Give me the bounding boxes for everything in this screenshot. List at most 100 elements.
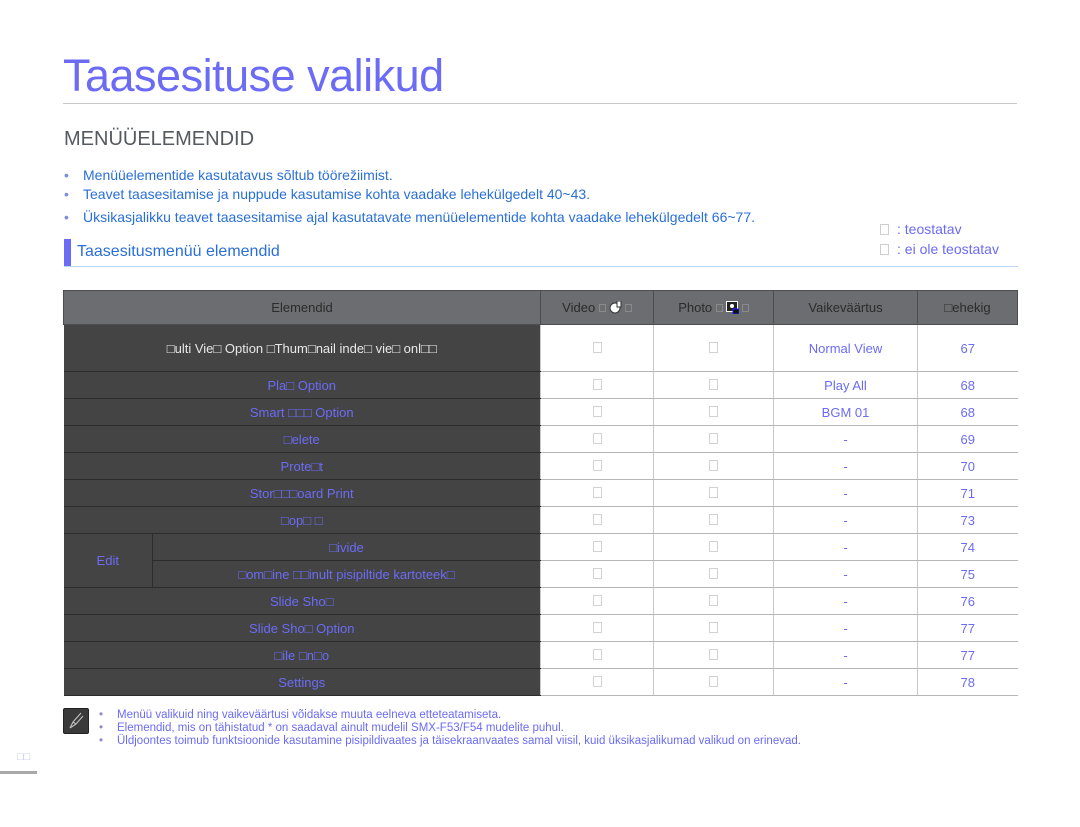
video-availability — [540, 668, 654, 696]
page-ref: 69 — [917, 425, 1018, 453]
video-availability — [540, 587, 654, 615]
menu-items-table: Elemendid Video Photo Vaikeväärtus □ehek… — [63, 290, 1018, 696]
row-item: □elete — [63, 425, 541, 453]
available-box-icon — [880, 224, 889, 235]
header-photo: Photo — [653, 290, 774, 325]
table-header-row: Elemendid Video Photo Vaikeväärtus □ehek… — [63, 290, 1018, 325]
row-item: Settings — [63, 668, 541, 696]
video-availability — [540, 324, 654, 372]
row-item: □om□ine □□inult pisipiltide kartoteek□ — [152, 560, 541, 588]
page-ref: 68 — [917, 371, 1018, 399]
default-value: Play All — [773, 371, 918, 399]
table-row: Slide Sho□ Option - 77 — [63, 614, 1018, 642]
availability-box-icon — [709, 675, 718, 687]
photo-availability — [653, 425, 774, 453]
page-ref: 68 — [917, 398, 1018, 426]
photo-availability — [653, 324, 774, 372]
subsection-header: Taasesitusmenüü elemendid — [64, 239, 1018, 267]
legend-available: : teostatav — [880, 219, 999, 239]
video-camera-icon — [609, 301, 622, 314]
availability-box-icon — [709, 459, 718, 471]
page-ref: 71 — [917, 479, 1018, 507]
table-row: Settings - 78 — [63, 668, 1018, 696]
table-row: □om□ine □□inult pisipiltide kartoteek□ -… — [64, 560, 1018, 588]
table-row: Stor□□□oard Print - 71 — [63, 479, 1018, 507]
availability-box-icon — [709, 621, 718, 633]
note-item: • Üldjoontes toimub funktsioonide kasutam… — [99, 735, 801, 747]
page-number: □□ — [17, 751, 31, 763]
availability-box-icon — [709, 432, 718, 444]
availability-box-icon — [592, 459, 602, 471]
video-availability — [540, 506, 654, 534]
availability-box-icon — [592, 540, 602, 552]
availability-box-icon — [709, 567, 718, 579]
row-item: □ulti Vie□ Option □Thum□nail inde□ vie□ … — [63, 324, 541, 372]
page-title: Taasesituse valikud — [63, 50, 444, 101]
row-item: Smart □□□ Option — [63, 398, 541, 426]
photo-availability — [653, 533, 774, 561]
row-item: Pla□ Option — [63, 371, 541, 399]
availability-box-icon — [709, 648, 718, 660]
bullet-item: • Menüüelementide kasutatavus sõltub töör… — [64, 167, 393, 183]
row-item: Prote□t — [63, 452, 541, 480]
photo-availability — [653, 560, 774, 588]
photo-availability — [653, 479, 774, 507]
page-ref: 73 — [917, 506, 1018, 534]
default-value: - — [773, 560, 918, 588]
video-availability — [540, 533, 654, 561]
default-value: - — [773, 425, 918, 453]
subsection-title: Taasesitusmenüü elemendid — [77, 243, 280, 260]
default-value: - — [773, 479, 918, 507]
page-ref: 67 — [917, 324, 1018, 372]
title-divider — [63, 103, 1017, 104]
subsection-accent-bar — [64, 239, 71, 266]
page-number-rule — [0, 771, 37, 774]
table-row: □op□ □ - 73 — [63, 506, 1018, 534]
default-value: - — [773, 533, 918, 561]
row-item: Slide Sho□ — [63, 587, 541, 615]
photo-availability — [653, 506, 774, 534]
table-row: □ulti Vie□ Option □Thum□nail inde□ vie□ … — [63, 324, 1018, 372]
video-availability — [540, 452, 654, 480]
row-item: Slide Sho□ Option — [63, 614, 541, 642]
photo-availability — [653, 587, 774, 615]
availability-box-icon — [592, 648, 602, 660]
notes-list: • Menüü valikuid ning vaikeväärtusi võida… — [99, 709, 801, 748]
page-ref: 74 — [917, 533, 1018, 561]
availability-box-icon — [709, 486, 718, 498]
default-value: Normal View — [773, 324, 918, 372]
default-value: - — [773, 452, 918, 480]
video-availability — [540, 371, 654, 399]
availability-box-icon — [592, 378, 602, 390]
availability-box-icon — [592, 432, 602, 444]
section-heading: MENÜÜELEMENDID — [64, 128, 255, 150]
availability-box-icon — [709, 341, 718, 353]
photo-availability — [653, 452, 774, 480]
default-value: - — [773, 641, 918, 669]
availability-box-icon — [592, 567, 602, 579]
default-value: - — [773, 614, 918, 642]
row-group-edit: Edit — [63, 533, 153, 588]
page-ref: 75 — [917, 560, 1018, 588]
bullet-item: • Teavet taasesitamise ja nuppude kasutam… — [64, 186, 591, 202]
note-pencil-icon — [63, 708, 89, 734]
availability-box-icon — [709, 540, 718, 552]
page-ref: 78 — [917, 668, 1018, 696]
default-value: BGM 01 — [773, 398, 918, 426]
availability-box-icon — [592, 594, 602, 606]
intro-bullets: • Menüüelementide kasutatavus sõltub töör… — [64, 166, 755, 227]
availability-box-icon — [592, 405, 602, 417]
video-availability — [540, 425, 654, 453]
row-item: □ile □n□o — [63, 641, 541, 669]
availability-box-icon — [709, 405, 718, 417]
table-row: Slide Sho□ - 76 — [63, 587, 1018, 615]
availability-box-icon — [592, 486, 602, 498]
video-availability — [540, 479, 654, 507]
page-ref: 77 — [917, 641, 1018, 669]
default-value: - — [773, 668, 918, 696]
table-row: Edit □ivide - 74 — [63, 533, 1018, 588]
table-row: □ile □n□o - 77 — [63, 641, 1018, 669]
note-item: • Menüü valikuid ning vaikeväärtusi võida… — [99, 709, 502, 721]
availability-box-icon — [709, 594, 718, 606]
video-availability — [540, 641, 654, 669]
